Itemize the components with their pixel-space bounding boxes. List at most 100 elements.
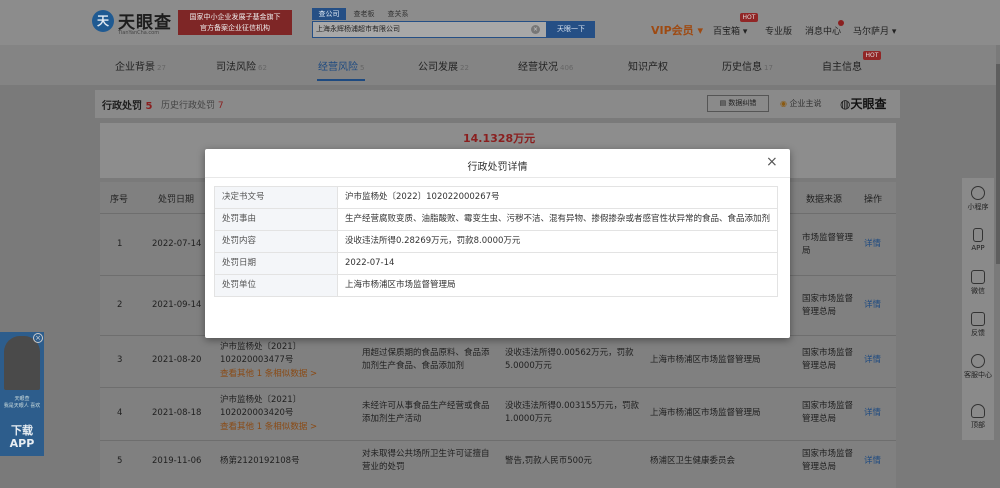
search-tab-relation[interactable]: 查关系 [384,8,412,20]
search-button[interactable]: 天眼一下 [547,21,595,38]
customer-service-button[interactable]: 客服中心 [962,354,994,380]
mini-program-button[interactable]: 小程序 [962,186,994,212]
watermark-logo: ◍天眼查 [840,95,887,112]
detail-link[interactable]: 详情 [864,299,881,312]
back-to-top-button[interactable]: 顶部 [962,404,994,430]
eye-icon: ◍ [840,97,851,111]
nav-tab-ip[interactable]: 知识产权 [628,58,668,73]
row-source: 市场监督管理局 [802,233,854,256]
data-correction-label: 数据纠错 [728,99,757,107]
detail-table: 决定书文号 沪市监杨处〔2022〕102022000267号 处罚事由 生产经营腐败… [214,186,778,297]
pro-link[interactable]: 专业版 [765,24,792,37]
detail-row: 处罚日期 2022-07-14 [214,252,778,275]
row-reason: 对未取得公共场所卫生许可证擅自营业的处罚 [362,449,490,472]
nav-tab-label: 经营状况 [518,62,558,73]
banner-line-1: 国家中小企业发展子基金旗下 [189,13,281,21]
nav-tab-label: 司法风险 [216,62,256,73]
active-tab-underline [317,79,365,81]
detail-link[interactable]: 详情 [864,354,881,367]
toolbox-link[interactable]: 百宝箱 ▾ [713,24,747,37]
detail-link[interactable]: 详情 [864,238,881,251]
row-doc-no: 沪市监杨处〔2021〕 102020003477号 [220,341,340,367]
detail-link[interactable]: 详情 [864,407,881,420]
wechat-button[interactable]: 微信 [962,270,994,296]
app-button[interactable]: APP [962,228,994,252]
close-icon[interactable]: × [766,154,778,170]
similar-data-link[interactable]: 查看其他 1 条相似数据 > [220,368,317,381]
nav-tab-label: 公司发展 [418,62,458,73]
download-app-button[interactable]: 下载 APP [2,424,42,450]
nav-tab-history[interactable]: 历史信息 17 [722,58,773,73]
headset-icon [971,354,985,368]
nav-tab-label: 知识产权 [628,62,668,73]
similar-data-link[interactable]: 查看其他 1 条相似数据 > [220,421,317,434]
message-center-link[interactable]: 消息中心 [805,24,841,37]
close-icon[interactable]: × [33,333,43,343]
nav-tab-count: 22 [460,64,469,72]
search-tab-boss[interactable]: 查老板 [350,8,378,20]
feedback-icon [971,312,985,326]
history-penalty-tab[interactable]: 历史行政处罚 7 [161,98,224,111]
nav-tab-background[interactable]: 企业背景 27 [115,58,166,73]
owner-say-link[interactable]: ◉ 企业主说 [780,98,822,109]
row-source: 国家市场监督管理总局 [802,401,854,424]
vip-link[interactable]: VIP会员 ▾ [651,22,703,38]
nav-tab-count: 27 [157,64,166,72]
nav-tab-label: 经营风险 [318,62,358,73]
doc-line-2: 102020003420号 [220,408,294,418]
row-date: 2021-08-20 [152,355,202,365]
row-org: 杨浦区卫生健康委员会 [650,456,736,466]
detail-key: 处罚单位 [214,274,338,297]
clear-icon[interactable]: × [531,25,540,34]
owner-say-label: 企业主说 [789,99,822,108]
edit-icon: ▤ [719,99,727,107]
user-menu[interactable]: 马尔萨月 ▾ [853,24,896,37]
row-divider [100,440,896,441]
official-banner: 国家中小企业发展子基金旗下 官方备案企业征信机构 [178,10,292,35]
nav-tab-label: 自主信息 [822,62,862,73]
column-header-action: 操作 [864,195,883,205]
history-count: 7 [217,101,224,111]
nav-tab-self-info[interactable]: 自主信息 [822,58,862,73]
app-label: APP [971,244,985,252]
app-label: APP [9,437,35,450]
nav-tab-count: 5 [360,64,365,72]
wechat-label: 微信 [971,287,985,295]
nav-tab-development[interactable]: 公司发展 22 [418,58,469,73]
nav-tab-label: 企业背景 [115,62,155,73]
section-title[interactable]: 行政处罚 5 [102,97,152,112]
total-amount: 14.1328万元 [463,132,536,145]
wechat-icon [971,270,985,284]
nav-tab-judicial-risk[interactable]: 司法风险 62 [216,58,267,73]
unread-dot [838,20,844,26]
detail-value: 沪市监杨处〔2022〕102022000267号 [337,186,778,209]
row-date: 2019-11-06 [152,456,202,466]
data-correction-button[interactable]: ▤ 数据纠错 [707,95,769,112]
detail-value: 生产经营腐败变质、油脂酸败、霉变生虫、污秽不洁、混有异物、掺假掺杂或者感官性状异… [337,208,778,231]
logo-icon[interactable]: 天 [92,10,114,32]
feedback-button[interactable]: 反馈 [962,312,994,338]
promo-caption-1: 天眼查 [14,396,30,402]
section-count: 5 [145,101,153,112]
scrollbar-thumb[interactable] [996,64,1000,264]
row-no: 1 [117,239,123,249]
right-float-bar [962,178,994,440]
back-to-top-label: 顶部 [971,421,985,429]
doc-line-2: 102020003477号 [220,355,294,365]
column-header-source: 数据来源 [806,195,843,205]
detail-value: 2022-07-14 [337,252,778,275]
search-input[interactable]: 上海永辉杨浦超市有限公司 [312,21,547,38]
modal-divider [205,177,790,178]
download-label: 下载 [11,424,33,437]
row-org: 上海市杨浦区市场监督管理局 [650,408,761,418]
row-doc-no: 沪市监杨处〔2021〕 102020003420号 [220,394,340,420]
watermark-text: 天眼查 [850,97,887,111]
detail-key: 处罚事由 [214,208,338,231]
search-tab-company[interactable]: 查公司 [312,8,346,20]
modal-title: 行政处罚详情 [467,162,528,173]
nav-tab-operation-status[interactable]: 经营状况 406 [518,58,573,73]
nav-tab-operation-risk[interactable]: 经营风险 5 [318,58,364,73]
detail-key: 决定书文号 [214,186,338,209]
detail-key: 处罚日期 [214,252,338,275]
detail-link[interactable]: 详情 [864,455,881,468]
